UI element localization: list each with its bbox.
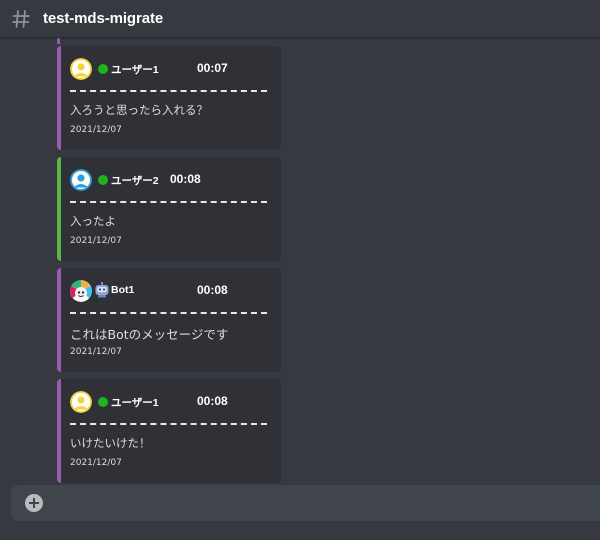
message-username[interactable]: ユーザー1: [111, 395, 159, 410]
message-body: 入ろうと思ったら入れる？: [70, 103, 208, 117]
yellow-user-avatar[interactable]: [70, 391, 92, 413]
message-body: これはBotのメッセージです: [70, 327, 229, 342]
plus-circle-icon[interactable]: [25, 494, 43, 512]
plus-icon: [29, 498, 39, 508]
message-divider: [70, 90, 267, 92]
online-status-dot: [98, 175, 108, 185]
channel-name: test-mds-migrate: [43, 10, 164, 27]
message-header: ユーザー2 00:08: [70, 169, 270, 191]
message-date: 2021/12/07: [70, 236, 122, 246]
message-date: 2021/12/07: [70, 458, 122, 468]
message-composer[interactable]: [11, 485, 600, 521]
message-time: 00:07: [197, 61, 228, 75]
message-card[interactable]: ユーザー1 00:07 入ろうと思ったら入れる？ 2021/12/07: [57, 46, 281, 150]
message-time: 00:08: [197, 394, 228, 408]
hash-icon: [12, 9, 30, 28]
bot-avatar[interactable]: [70, 280, 92, 302]
message-username[interactable]: Bot1: [111, 284, 134, 296]
message-username[interactable]: ユーザー2: [111, 173, 159, 188]
message-username[interactable]: ユーザー1: [111, 62, 159, 77]
message-time: 00:08: [170, 172, 201, 186]
message-divider: [70, 201, 267, 203]
message-date: 2021/12/07: [70, 347, 122, 357]
message-time: 00:08: [197, 283, 228, 297]
message-body: いけたいけた！: [70, 436, 151, 450]
yellow-user-avatar[interactable]: [70, 58, 92, 80]
message-header: ユーザー1 00:07: [70, 58, 270, 80]
message-list[interactable]: ユーザー1 00:07 入ろうと思ったら入れる？ 2021/12/07 ユーザー…: [0, 38, 600, 484]
channel-header: test-mds-migrate: [0, 0, 600, 38]
message-date: 2021/12/07: [70, 125, 122, 135]
message-body: 入ったよ: [70, 214, 116, 228]
blue-user-avatar[interactable]: [70, 169, 92, 191]
previous-message-edge: [57, 38, 60, 44]
message-header: ユーザー1 00:08: [70, 391, 270, 413]
robot-icon: [94, 282, 110, 298]
message-card[interactable]: Bot1 00:08 これはBotのメッセージです 2021/12/07: [57, 268, 281, 372]
message-divider: [70, 312, 267, 314]
online-status-dot: [98, 64, 108, 74]
message-header: Bot1 00:08: [70, 280, 270, 302]
message-divider: [70, 423, 267, 425]
message-card[interactable]: ユーザー2 00:08 入ったよ 2021/12/07: [57, 157, 281, 261]
message-card[interactable]: ユーザー1 00:08 いけたいけた！ 2021/12/07: [57, 379, 281, 483]
online-status-dot: [98, 397, 108, 407]
